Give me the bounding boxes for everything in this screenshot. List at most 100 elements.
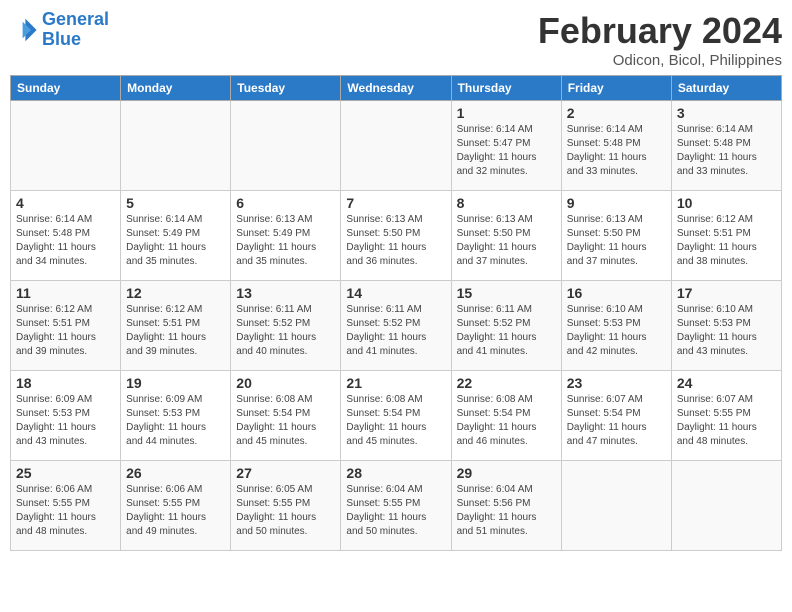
day-number: 22	[457, 375, 556, 391]
day-info: Sunrise: 6:13 AM Sunset: 5:50 PM Dayligh…	[567, 213, 666, 269]
day-number: 11	[16, 285, 115, 301]
day-info: Sunrise: 6:10 AM Sunset: 5:53 PM Dayligh…	[567, 303, 666, 359]
day-number: 4	[16, 195, 115, 211]
calendar-cell: 8Sunrise: 6:13 AM Sunset: 5:50 PM Daylig…	[451, 191, 561, 281]
calendar-cell: 16 Sunrise: 6:10 AM Sunset: 5:53 PM Dayli…	[561, 281, 671, 371]
day-number: 9	[567, 195, 666, 211]
calendar-cell: 12Sunrise: 6:12 AM Sunset: 5:51 PM Dayli…	[121, 281, 231, 371]
calendar-cell: 3 Sunrise: 6:14 AM Sunset: 5:48 PM Daylig…	[671, 101, 781, 191]
day-info: Sunrise: 6:13 AM Sunset: 5:50 PM Dayligh…	[457, 213, 556, 269]
calendar-cell: 21 Sunrise: 6:08 AM Sunset: 5:54 PM Dayli…	[341, 371, 451, 461]
day-info: Sunrise: 6:13 AM Sunset: 5:50 PM Dayligh…	[346, 213, 445, 269]
day-number: 5	[126, 195, 225, 211]
day-number: 1	[457, 105, 556, 121]
day-number: 28	[346, 465, 445, 481]
day-number: 16	[567, 285, 666, 301]
week-row-1: 4 Sunrise: 6:14 AM Sunset: 5:48 PM Daylig…	[11, 191, 782, 281]
day-info: Sunrise: 6:12 AM Sunset: 5:51 PM Dayligh…	[677, 213, 776, 269]
month-year: February 2024	[538, 10, 782, 52]
week-row-0: 1 Sunrise: 6:14 AM Sunset: 5:47 PM Daylig…	[11, 101, 782, 191]
day-number: 13	[236, 285, 335, 301]
day-info: Sunrise: 6:11 AM Sunset: 5:52 PM Dayligh…	[457, 303, 556, 359]
day-info: Sunrise: 6:08 AM Sunset: 5:54 PM Dayligh…	[346, 393, 445, 449]
day-number: 25	[16, 465, 115, 481]
day-info: Sunrise: 6:14 AM Sunset: 5:49 PM Dayligh…	[126, 213, 225, 269]
calendar-cell: 27Sunrise: 6:05 AM Sunset: 5:55 PM Dayli…	[231, 461, 341, 551]
calendar-cell: 2 Sunrise: 6:14 AM Sunset: 5:48 PM Daylig…	[561, 101, 671, 191]
calendar-cell	[121, 101, 231, 191]
day-info: Sunrise: 6:07 AM Sunset: 5:55 PM Dayligh…	[677, 393, 776, 449]
calendar-cell: 20 Sunrise: 6:08 AM Sunset: 5:54 PM Dayli…	[231, 371, 341, 461]
day-info: Sunrise: 6:13 AM Sunset: 5:49 PM Dayligh…	[236, 213, 335, 269]
calendar-cell	[671, 461, 781, 551]
weekday-header-tuesday: Tuesday	[231, 76, 341, 101]
calendar-cell: 4 Sunrise: 6:14 AM Sunset: 5:48 PM Daylig…	[11, 191, 121, 281]
day-info: Sunrise: 6:06 AM Sunset: 5:55 PM Dayligh…	[16, 483, 115, 539]
day-info: Sunrise: 6:12 AM Sunset: 5:51 PM Dayligh…	[16, 303, 115, 359]
weekday-header-thursday: Thursday	[451, 76, 561, 101]
logo: General Blue	[10, 10, 109, 50]
day-info: Sunrise: 6:11 AM Sunset: 5:52 PM Dayligh…	[236, 303, 335, 359]
calendar-cell: 10 Sunrise: 6:12 AM Sunset: 5:51 PM Dayli…	[671, 191, 781, 281]
day-number: 19	[126, 375, 225, 391]
day-info: Sunrise: 6:05 AM Sunset: 5:55 PM Dayligh…	[236, 483, 335, 539]
day-info: Sunrise: 6:08 AM Sunset: 5:54 PM Dayligh…	[457, 393, 556, 449]
day-number: 10	[677, 195, 776, 211]
week-row-4: 25 Sunrise: 6:06 AM Sunset: 5:55 PM Dayli…	[11, 461, 782, 551]
calendar-cell: 18 Sunrise: 6:09 AM Sunset: 5:53 PM Dayli…	[11, 371, 121, 461]
day-number: 3	[677, 105, 776, 121]
calendar-cell	[231, 101, 341, 191]
weekday-header-sunday: Sunday	[11, 76, 121, 101]
week-row-3: 18 Sunrise: 6:09 AM Sunset: 5:53 PM Dayli…	[11, 371, 782, 461]
logo-icon	[10, 16, 38, 44]
weekday-header-monday: Monday	[121, 76, 231, 101]
page-header: General Blue February 2024 Odicon, Bicol…	[10, 10, 782, 69]
day-info: Sunrise: 6:12 AM Sunset: 5:51 PM Dayligh…	[126, 303, 225, 359]
day-info: Sunrise: 6:06 AM Sunset: 5:55 PM Dayligh…	[126, 483, 225, 539]
calendar-cell: 6 Sunrise: 6:13 AM Sunset: 5:49 PM Daylig…	[231, 191, 341, 281]
day-info: Sunrise: 6:14 AM Sunset: 5:48 PM Dayligh…	[16, 213, 115, 269]
calendar-cell: 15 Sunrise: 6:11 AM Sunset: 5:52 PM Dayli…	[451, 281, 561, 371]
calendar-cell: 7 Sunrise: 6:13 AM Sunset: 5:50 PM Daylig…	[341, 191, 451, 281]
day-number: 18	[16, 375, 115, 391]
calendar-cell: 14 Sunrise: 6:11 AM Sunset: 5:52 PM Dayli…	[341, 281, 451, 371]
calendar-cell: 26Sunrise: 6:06 AM Sunset: 5:55 PM Dayli…	[121, 461, 231, 551]
calendar-cell: 5 Sunrise: 6:14 AM Sunset: 5:49 PM Daylig…	[121, 191, 231, 281]
day-number: 24	[677, 375, 776, 391]
weekday-header-wednesday: Wednesday	[341, 76, 451, 101]
calendar-cell: 17Sunrise: 6:10 AM Sunset: 5:53 PM Dayli…	[671, 281, 781, 371]
weekday-header-saturday: Saturday	[671, 76, 781, 101]
day-info: Sunrise: 6:11 AM Sunset: 5:52 PM Dayligh…	[346, 303, 445, 359]
day-number: 23	[567, 375, 666, 391]
day-number: 21	[346, 375, 445, 391]
day-number: 15	[457, 285, 556, 301]
calendar-cell	[341, 101, 451, 191]
calendar-cell: 13 Sunrise: 6:11 AM Sunset: 5:52 PM Dayli…	[231, 281, 341, 371]
weekday-header-friday: Friday	[561, 76, 671, 101]
calendar-cell: 25 Sunrise: 6:06 AM Sunset: 5:55 PM Dayli…	[11, 461, 121, 551]
calendar-cell: 28 Sunrise: 6:04 AM Sunset: 5:55 PM Dayli…	[341, 461, 451, 551]
day-number: 6	[236, 195, 335, 211]
day-info: Sunrise: 6:09 AM Sunset: 5:53 PM Dayligh…	[16, 393, 115, 449]
day-number: 14	[346, 285, 445, 301]
day-info: Sunrise: 6:09 AM Sunset: 5:53 PM Dayligh…	[126, 393, 225, 449]
calendar-cell: 9 Sunrise: 6:13 AM Sunset: 5:50 PM Daylig…	[561, 191, 671, 281]
day-info: Sunrise: 6:14 AM Sunset: 5:48 PM Dayligh…	[677, 123, 776, 179]
calendar-cell: 24 Sunrise: 6:07 AM Sunset: 5:55 PM Dayli…	[671, 371, 781, 461]
day-number: 17	[677, 285, 776, 301]
day-number: 2	[567, 105, 666, 121]
day-number: 20	[236, 375, 335, 391]
day-number: 7	[346, 195, 445, 211]
day-info: Sunrise: 6:14 AM Sunset: 5:48 PM Dayligh…	[567, 123, 666, 179]
calendar-cell: 19 Sunrise: 6:09 AM Sunset: 5:53 PM Dayli…	[121, 371, 231, 461]
day-info: Sunrise: 6:04 AM Sunset: 5:55 PM Dayligh…	[346, 483, 445, 539]
day-info: Sunrise: 6:08 AM Sunset: 5:54 PM Dayligh…	[236, 393, 335, 449]
day-info: Sunrise: 6:14 AM Sunset: 5:47 PM Dayligh…	[457, 123, 556, 179]
calendar-table: SundayMondayTuesdayWednesdayThursdayFrid…	[10, 75, 782, 551]
day-number: 29	[457, 465, 556, 481]
calendar-cell	[561, 461, 671, 551]
calendar-cell: 23Sunrise: 6:07 AM Sunset: 5:54 PM Dayli…	[561, 371, 671, 461]
logo-text: General Blue	[42, 10, 109, 50]
calendar-cell: 11 Sunrise: 6:12 AM Sunset: 5:51 PM Dayli…	[11, 281, 121, 371]
weekday-header-row: SundayMondayTuesdayWednesdayThursdayFrid…	[11, 76, 782, 101]
